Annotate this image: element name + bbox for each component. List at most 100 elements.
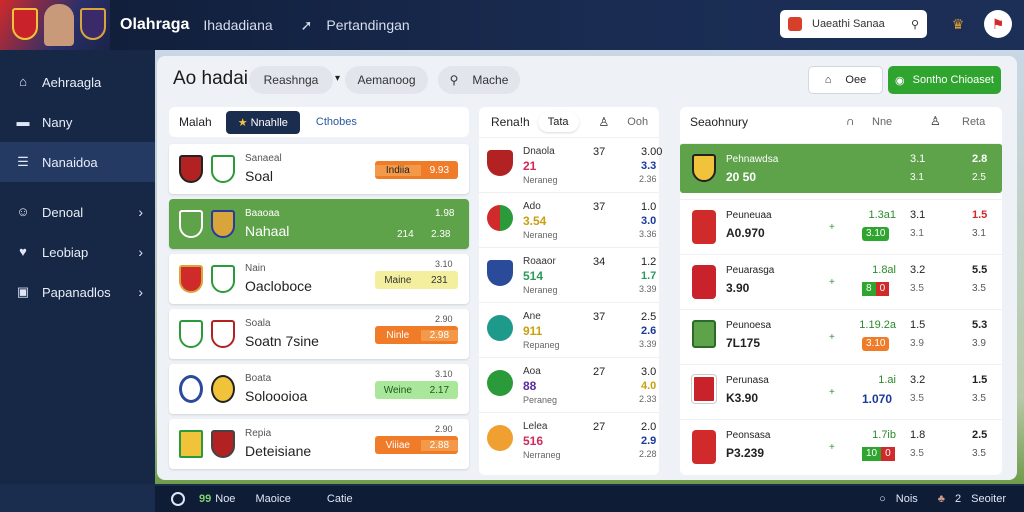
match-minute: 37 xyxy=(593,146,606,158)
player-shirt-icon xyxy=(692,430,716,464)
team-crest-icon xyxy=(211,210,235,238)
col-d2: 3.9 xyxy=(972,338,986,349)
search-icon[interactable]: ⚲ xyxy=(911,18,919,31)
sidebar-item-home[interactable]: ⌂ Aehraagla xyxy=(0,62,155,102)
team-crest-icon xyxy=(211,155,235,183)
summary-row[interactable]: Peunoesa 7L175 + 1.19.2a 3.10 1.5 3.9 5.… xyxy=(680,309,1002,364)
summary-row-selected[interactable]: Pehnawdsa 20 50 3.1 3.1 2.8 2.5 xyxy=(680,143,1002,193)
plus-icon[interactable]: + xyxy=(829,332,835,343)
status-item[interactable]: Nois xyxy=(896,493,918,505)
status-item[interactable]: Maoice xyxy=(255,493,290,505)
info-icon[interactable]: ○ xyxy=(879,493,886,505)
team-crest-icon xyxy=(179,430,203,458)
search-input[interactable]: Uaeathi Sanaa ⚲ xyxy=(780,10,927,38)
odds-badge[interactable]: 10 0 xyxy=(862,447,895,461)
primary-button[interactable]: ◉ Sontho Chioaset xyxy=(888,66,1001,94)
odd-a: 3.00 xyxy=(641,146,663,158)
odds-top: 1.98 xyxy=(435,208,455,219)
row-stat: 1.7ib xyxy=(872,429,896,441)
odds-b: 2.98 xyxy=(420,329,458,341)
plus-icon[interactable]: + xyxy=(829,277,835,288)
sidebar-item-5[interactable]: ♥ Leobiap › xyxy=(0,232,155,272)
trophy-icon[interactable]: ♛ xyxy=(944,10,972,38)
row-value: K3.90 xyxy=(726,391,759,405)
odds-badge[interactable]: 80 xyxy=(862,282,890,296)
list-item[interactable]: Ane 911 Repaneg 37 2.5 2.6 3.39 xyxy=(479,302,659,357)
ball-icon[interactable] xyxy=(171,492,185,506)
sidebar-item-4[interactable]: ☺ Denoal › xyxy=(0,192,155,232)
list-item[interactable]: Ado 3.54 Neraneg 37 1.0 3.0 3.36 xyxy=(479,192,659,247)
summary-row[interactable]: Peuneuaa A0.970 + 1.3a1 3.10 3.1 3.1 1.5… xyxy=(680,199,1002,254)
odds-badge[interactable]: 3.10 xyxy=(862,337,890,351)
club-crest-icon xyxy=(12,8,38,40)
sidebar-item-label: Papanadlos xyxy=(42,284,111,300)
match-card[interactable]: Soala Soatn 7sine 2.90 Ninle 2.98 xyxy=(169,309,469,359)
odds-badge[interactable]: Maine 231 xyxy=(375,271,458,289)
odds-badge[interactable]: 3.10 xyxy=(862,227,890,241)
filter-pill-3[interactable]: ⚲ Mache xyxy=(438,66,520,94)
sidebar-item-3[interactable]: ☰ Nanaidoa xyxy=(0,142,155,182)
row-label: Perunasa xyxy=(726,375,769,386)
notifications-icon[interactable]: ⚑ xyxy=(984,10,1012,38)
match-card[interactable]: Repia Deteisiane 2.90 Viiiae 2.88 xyxy=(169,419,469,469)
list-item[interactable]: Roaaor 514 Neraneg 34 1.2 1.7 3.39 xyxy=(479,247,659,302)
tab-2[interactable]: Cthobes xyxy=(316,116,357,128)
badge-b: 0 xyxy=(875,282,890,296)
user-icon[interactable]: ♙ xyxy=(599,115,610,129)
profile-avatar[interactable] xyxy=(0,0,110,50)
headset-icon[interactable]: ∩ xyxy=(846,114,855,128)
match-card[interactable]: Boata Soloooioa 3.10 Weine 2.17 xyxy=(169,364,469,414)
team-score: 911 xyxy=(523,324,543,338)
tab-active[interactable]: Tata xyxy=(537,112,579,132)
team-logo-icon xyxy=(487,150,513,176)
filter-label: Aemanoog xyxy=(357,73,416,87)
odds-badge[interactable]: Viiiae 2.88 xyxy=(375,436,458,454)
odds-badge[interactable]: Indiia 9.93 xyxy=(375,161,458,179)
filter-pill-1[interactable]: Reashnga xyxy=(249,66,333,94)
list-item[interactable]: Aoa 88 Peraneg 27 3.0 4.0 2.33 xyxy=(479,357,659,412)
team-label: Roaaor xyxy=(523,256,556,267)
plus-icon[interactable]: + xyxy=(829,387,835,398)
live-scores-column: Rena!h Tata ♙ Ooh Dnaola 21 Neraneg 37 3… xyxy=(479,107,663,475)
odd-a: 1.0 xyxy=(641,201,657,213)
odds-badge[interactable]: Weine 2.17 xyxy=(375,381,458,399)
sidebar-item-2[interactable]: ▬ Nany xyxy=(0,102,155,142)
list-item[interactable]: Dnaola 21 Neraneg 37 3.00 3.3 2.36 xyxy=(479,137,663,192)
filter-pill-2[interactable]: Aemanoog xyxy=(345,66,428,94)
filter-label: Reashnga xyxy=(263,73,319,87)
match-card[interactable]: Sanaeal Soal Indiia 9.93 xyxy=(169,144,469,194)
col-d2: 3.5 xyxy=(972,448,986,459)
nav-tab-1[interactable]: Ihadadiana xyxy=(203,17,272,33)
status-item[interactable]: Catie xyxy=(327,493,353,505)
chevron-down-icon[interactable]: ▾ xyxy=(335,73,340,84)
nav-tab-matches[interactable]: Pertandingan xyxy=(326,17,409,33)
match-name: Soloooioa xyxy=(245,388,308,404)
plus-icon[interactable]: + xyxy=(829,442,835,453)
sidebar-item-6[interactable]: ▣ Papanadlos › xyxy=(0,272,155,312)
odd-c: 3.39 xyxy=(639,284,657,294)
summary-row[interactable]: Peonsasa P3.239 + 1.7ib 10 0 1.8 3.5 2.5 … xyxy=(680,419,1002,474)
match-card[interactable]: Nain Oacloboce 3.10 Maine 231 xyxy=(169,254,469,304)
odd-a: 2.5 xyxy=(641,311,657,323)
team-crest-icon xyxy=(179,265,203,293)
player-shirt-icon xyxy=(692,265,716,299)
summary-row[interactable]: Peuarasga 3.90 + 1.8al 80 3.2 3.5 5.5 3.… xyxy=(680,254,1002,309)
user-icon[interactable]: ♙ xyxy=(930,114,941,128)
summary-row[interactable]: Perunasa K3.90 + 1.ai 1.070 3.2 3.5 1.5 … xyxy=(680,364,1002,419)
team-score: 514 xyxy=(523,269,544,283)
team-score: 21 xyxy=(523,159,537,173)
plus-icon[interactable]: + xyxy=(829,222,835,233)
odds-badge[interactable]: Ninle 2.98 xyxy=(375,326,458,344)
odds-b: 2.17 xyxy=(429,384,450,396)
alert-icon[interactable]: ♣ xyxy=(938,493,945,505)
secondary-button[interactable]: ⌂ Oee xyxy=(808,66,883,94)
status-item[interactable]: Seoiter xyxy=(971,493,1006,505)
column-header: Seaohnury ∩ Nne ♙ Reta xyxy=(680,107,1002,137)
team-score: 88 xyxy=(523,379,537,393)
row-value: 3.90 xyxy=(726,281,750,295)
match-card-selected[interactable]: Baaoaa Nahaal 1.98 214 2.38 xyxy=(169,199,469,249)
row-stat: 1.8al xyxy=(872,264,896,276)
list-item[interactable]: Lelea 516 Nerraneg 27 2.0 2.9 2.28 xyxy=(479,412,659,467)
tab-active[interactable]: ★ Nnahlle xyxy=(225,110,300,134)
status-item[interactable]: Noe xyxy=(215,493,235,505)
